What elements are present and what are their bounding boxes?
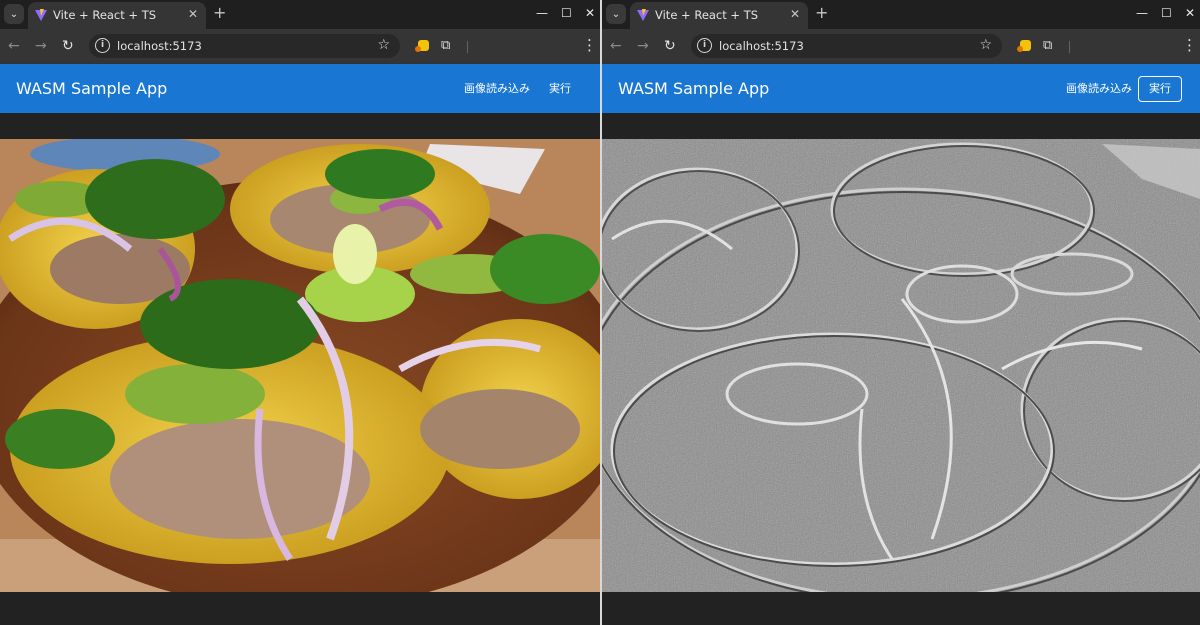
app-title: WASM Sample App (16, 79, 168, 98)
close-icon[interactable]: ✕ (790, 7, 800, 21)
plus-icon[interactable]: + (213, 4, 226, 22)
tab-strip: ⌄ Vite + React + TS ✕ + — ☐ ✕ (602, 0, 1200, 29)
url-text: localhost:5173 (719, 39, 804, 53)
arrow-left-icon[interactable]: ← (610, 38, 622, 54)
run-button[interactable]: 実行 (1138, 76, 1182, 102)
emboss-photo (602, 139, 1200, 592)
browser-window-right: ⌄ Vite + React + TS ✕ + — ☐ ✕ ← → ↻ i lo… (602, 0, 1200, 625)
app-bar: WASM Sample App 画像読み込み 実行 (602, 64, 1200, 113)
tacos-photo (0, 139, 600, 592)
vite-logo-icon (637, 9, 649, 21)
arrow-right-icon[interactable]: → (35, 38, 47, 54)
address-bar[interactable]: i localhost:5173 ☆ (691, 34, 1002, 58)
original-image-canvas (0, 139, 600, 592)
maximize-icon[interactable]: ☐ (561, 5, 572, 21)
minimize-icon[interactable]: — (1136, 5, 1148, 21)
arrow-right-icon[interactable]: → (637, 38, 649, 54)
close-icon[interactable]: ✕ (585, 5, 595, 21)
url-text: localhost:5173 (117, 39, 202, 53)
toolbar-divider (1069, 41, 1070, 53)
info-icon[interactable]: i (697, 38, 712, 53)
close-icon[interactable]: ✕ (188, 7, 198, 21)
kebab-menu-icon[interactable]: ⋮ (1182, 37, 1197, 53)
close-icon[interactable]: ✕ (1185, 5, 1195, 21)
reload-icon[interactable]: ↻ (664, 38, 676, 54)
tab-active[interactable]: Vite + React + TS ✕ (28, 2, 206, 29)
extension-icon[interactable] (1017, 40, 1031, 52)
load-image-button[interactable]: 画像読み込み (1056, 76, 1142, 102)
app-bar: WASM Sample App 画像読み込み 実行 (0, 64, 600, 113)
kebab-menu-icon[interactable]: ⋮ (582, 37, 597, 53)
run-button[interactable]: 実行 (539, 76, 581, 102)
star-icon[interactable]: ☆ (377, 37, 390, 53)
content-area (0, 113, 600, 625)
puzzle-icon[interactable]: ⧉ (441, 38, 450, 54)
toolbar-divider (467, 41, 468, 53)
tab-title: Vite + React + TS (655, 8, 759, 22)
arrow-left-icon[interactable]: ← (8, 38, 20, 54)
extension-icon[interactable] (415, 40, 429, 52)
content-area (602, 113, 1200, 625)
browser-toolbar: ← → ↻ i localhost:5173 ☆ ⧉ ⋮ (0, 29, 600, 64)
app-title: WASM Sample App (618, 79, 770, 98)
tab-title: Vite + React + TS (53, 8, 157, 22)
browser-window-left: ⌄ Vite + React + TS ✕ + — ☐ ✕ ← → ↻ i lo… (0, 0, 600, 625)
star-icon[interactable]: ☆ (979, 37, 992, 53)
puzzle-icon[interactable]: ⧉ (1043, 38, 1052, 54)
browser-toolbar: ← → ↻ i localhost:5173 ☆ ⧉ ⋮ (602, 29, 1200, 64)
chevron-down-icon[interactable]: ⌄ (4, 4, 24, 24)
tab-active[interactable]: Vite + React + TS ✕ (630, 2, 808, 29)
chevron-down-icon[interactable]: ⌄ (606, 4, 626, 24)
info-icon[interactable]: i (95, 38, 110, 53)
load-image-button[interactable]: 画像読み込み (454, 76, 540, 102)
minimize-icon[interactable]: — (536, 5, 548, 21)
processed-image-canvas (602, 139, 1200, 592)
reload-icon[interactable]: ↻ (62, 38, 74, 54)
plus-icon[interactable]: + (815, 4, 828, 22)
tab-strip: ⌄ Vite + React + TS ✕ + — ☐ ✕ (0, 0, 600, 29)
address-bar[interactable]: i localhost:5173 ☆ (89, 34, 400, 58)
maximize-icon[interactable]: ☐ (1161, 5, 1172, 21)
vite-logo-icon (35, 9, 47, 21)
